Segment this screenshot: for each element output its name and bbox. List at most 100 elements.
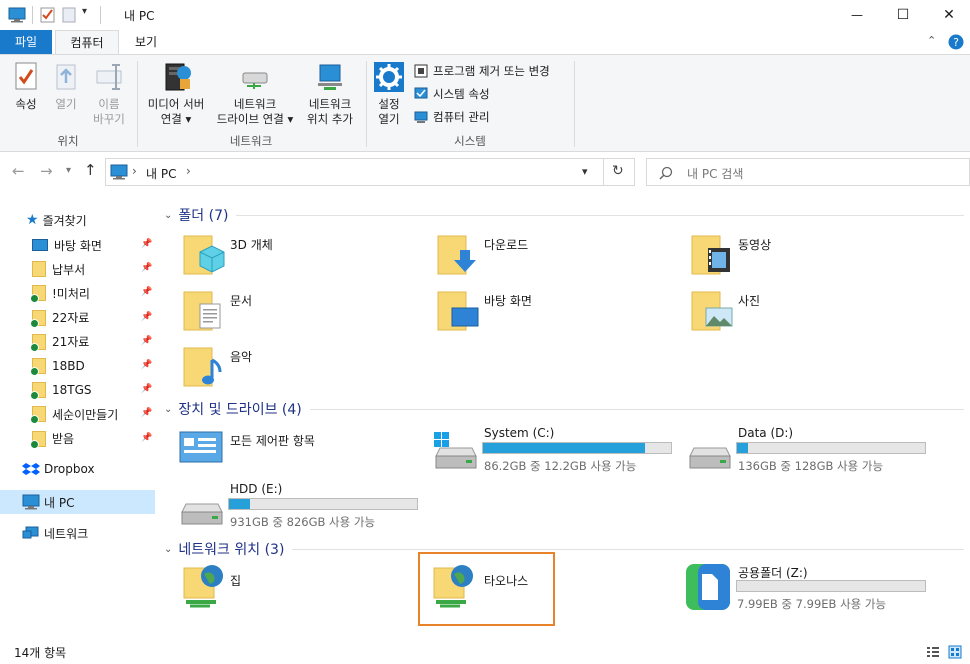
- sidebar-item[interactable]: 18BD 📌: [0, 354, 155, 378]
- network-location-taonas[interactable]: 타오나스: [418, 552, 555, 626]
- documents-folder-icon: [183, 291, 221, 331]
- sidebar-this-pc[interactable]: 내 PC: [0, 490, 155, 514]
- details-view-icon[interactable]: [926, 645, 940, 659]
- drive-item[interactable]: HDD (E:) 931GB 중 826GB 사용 가능: [178, 480, 428, 530]
- pin-icon[interactable]: 📌: [141, 239, 152, 249]
- folder-icon: [30, 333, 46, 352]
- address-bar[interactable]: › 내 PC › ▾ ↻: [105, 158, 635, 186]
- folder-icon: [30, 309, 46, 328]
- chevron-down-icon: ⌄: [164, 209, 173, 221]
- sidebar-item[interactable]: 18TGS 📌: [0, 378, 155, 402]
- sidebar-item[interactable]: !미처리 📌: [0, 281, 155, 305]
- sidebar-dropbox[interactable]: Dropbox: [0, 457, 155, 481]
- pin-icon[interactable]: 📌: [141, 287, 152, 297]
- ribbon-divider: [574, 61, 575, 147]
- folder-label: 사진: [738, 294, 761, 308]
- tab-view[interactable]: 보기: [122, 30, 170, 54]
- computer-icon: [8, 7, 26, 23]
- uninstall-program-button[interactable]: 프로그램 제거 또는 변경: [414, 63, 550, 79]
- help-icon[interactable]: ?: [948, 34, 964, 50]
- search-icon: [659, 166, 673, 180]
- drive-usage-bar: [482, 442, 672, 454]
- quick-access-dropdown-icon[interactable]: ▾: [82, 6, 87, 17]
- network-location-shared-z[interactable]: 공용폴더 (Z:) 7.99EB 중 7.99EB 사용 가능: [684, 562, 944, 618]
- media-server-button[interactable]: 미디어 서버 연결 ▾: [141, 61, 211, 127]
- collapse-ribbon-icon[interactable]: ⌃: [927, 34, 936, 47]
- sidebar-item-label: 받음: [52, 432, 75, 447]
- pin-icon[interactable]: 📌: [141, 360, 152, 370]
- folder-item[interactable]: 3D 개체: [182, 232, 422, 282]
- properties-icon: [15, 62, 37, 90]
- computer-icon: [110, 164, 128, 180]
- maximize-button[interactable]: ☐: [880, 0, 926, 30]
- folder-item[interactable]: 사진: [690, 288, 930, 338]
- breadcrumb-chevron-icon[interactable]: ›: [132, 164, 137, 178]
- breadcrumb-this-pc[interactable]: 내 PC: [146, 165, 176, 182]
- folder-item[interactable]: 문서: [182, 288, 422, 338]
- forward-arrow-icon[interactable]: →: [40, 162, 53, 180]
- open-settings-button[interactable]: 설정 열기: [370, 61, 408, 127]
- section-drives[interactable]: ⌄ 장치 및 드라이브 (4): [164, 399, 964, 419]
- control-panel-item[interactable]: 모든 제어판 항목: [178, 430, 418, 470]
- computer-icon: [22, 494, 40, 510]
- address-history-dropdown-icon[interactable]: ▾: [582, 165, 588, 178]
- folder-item[interactable]: 음악: [182, 344, 422, 394]
- drive-item[interactable]: System (C:) 86.2GB 중 12.2GB 사용 가능: [432, 424, 682, 474]
- new-folder-quick-icon[interactable]: [62, 7, 76, 23]
- pin-icon[interactable]: 📌: [141, 433, 152, 443]
- properties-button[interactable]: 속성: [6, 61, 46, 112]
- rename-button[interactable]: 이름 바꾸기: [86, 61, 132, 127]
- pin-icon[interactable]: 📌: [141, 263, 152, 273]
- pin-icon[interactable]: 📌: [141, 312, 152, 322]
- downloads-folder-icon: [437, 235, 476, 275]
- large-icons-view-icon[interactable]: [948, 645, 962, 659]
- folder-icon: [30, 382, 46, 401]
- pin-icon[interactable]: 📌: [141, 336, 152, 346]
- minimize-button[interactable]: —: [834, 0, 880, 30]
- open-button[interactable]: 열기: [46, 61, 86, 112]
- pin-icon[interactable]: 📌: [141, 408, 152, 418]
- sidebar-item[interactable]: 22자료 📌: [0, 306, 155, 330]
- folder-icon: [30, 358, 46, 376]
- sidebar-item[interactable]: 받음 📌: [0, 427, 155, 451]
- folder-item[interactable]: 다운로드: [436, 232, 676, 282]
- recent-locations-icon[interactable]: ▾: [66, 165, 71, 176]
- section-network-locations[interactable]: ⌄ 네트워크 위치 (3): [164, 539, 964, 559]
- tab-file[interactable]: 파일: [0, 30, 52, 54]
- pin-icon[interactable]: 📌: [141, 384, 152, 394]
- network-location-home[interactable]: 집: [176, 562, 416, 618]
- drive-free-space: 931GB 중 826GB 사용 가능: [230, 515, 376, 529]
- settings-gear-icon: [374, 62, 404, 92]
- refresh-icon[interactable]: ↻: [612, 163, 624, 179]
- tab-computer[interactable]: 컴퓨터: [55, 30, 119, 54]
- up-arrow-icon[interactable]: ↑: [84, 161, 97, 179]
- pictures-folder-icon: [691, 291, 733, 331]
- sidebar-item[interactable]: 세순이만들기 📌: [0, 402, 155, 426]
- close-icon: ✕: [943, 7, 955, 23]
- search-box[interactable]: 내 PC 검색: [646, 158, 970, 186]
- computer-management-button[interactable]: 컴퓨터 관리: [414, 109, 490, 125]
- drive-item[interactable]: Data (D:) 136GB 중 128GB 사용 가능: [686, 424, 936, 474]
- map-network-drive-button[interactable]: 네트워크 드라이브 연결 ▾: [211, 61, 299, 127]
- close-button[interactable]: ✕: [926, 0, 970, 30]
- breadcrumb-chevron-icon[interactable]: ›: [186, 164, 191, 178]
- sidebar-item-label: 18BD: [52, 359, 85, 373]
- sidebar-network[interactable]: 네트워크: [0, 521, 155, 545]
- folder-item[interactable]: 동영상: [690, 232, 930, 282]
- star-icon: ★: [26, 212, 39, 228]
- drive-usage-bar: [736, 580, 926, 592]
- back-arrow-icon[interactable]: ←: [12, 162, 25, 180]
- properties-quick-icon[interactable]: [40, 7, 56, 23]
- section-folders[interactable]: ⌄ 폴더 (7): [164, 205, 964, 225]
- folder-item[interactable]: 바탕 화면: [436, 288, 676, 338]
- sidebar-item[interactable]: 바탕 화면 📌: [0, 233, 155, 257]
- add-network-location-button[interactable]: 네트워크 위치 추가: [299, 61, 361, 127]
- sidebar-quick-access[interactable]: ★ 즐겨찾기: [0, 208, 155, 232]
- folder-label: 다운로드: [484, 238, 529, 252]
- folder-label: 음악: [230, 350, 253, 364]
- sidebar-item[interactable]: 21자료 📌: [0, 330, 155, 354]
- system-properties-icon: [414, 87, 428, 99]
- sync-check-icon: [30, 294, 39, 304]
- system-properties-button[interactable]: 시스템 속성: [414, 86, 490, 102]
- sidebar-item[interactable]: 납부서 📌: [0, 257, 155, 281]
